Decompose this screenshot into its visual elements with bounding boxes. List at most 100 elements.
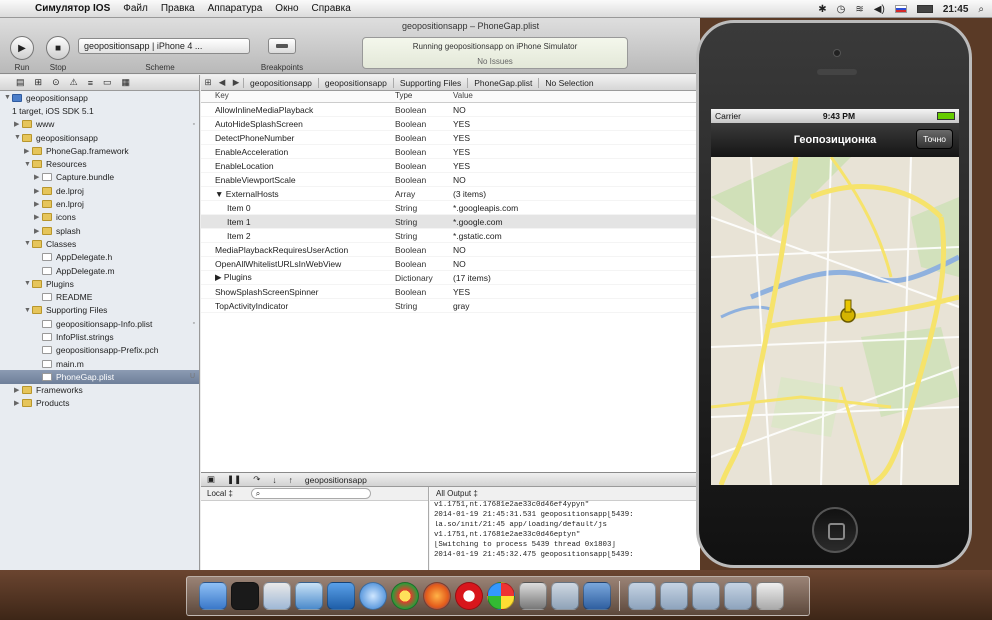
finder-icon[interactable] [199, 582, 227, 610]
disclosure-triangle-icon[interactable]: ▼ [14, 134, 22, 141]
disclosure-triangle-icon[interactable]: ▶ [34, 187, 42, 195]
plist-type-cell[interactable]: Dictionary [395, 273, 453, 283]
plist-type-cell[interactable]: Boolean [395, 119, 453, 129]
plist-type-cell[interactable]: String [395, 203, 453, 213]
map-view[interactable] [711, 157, 959, 485]
plist-row[interactable]: MediaPlaybackRequiresUserAction Boolean NO [201, 243, 700, 257]
disclosure-triangle-icon[interactable]: ▶ [14, 120, 22, 128]
step-over-icon[interactable]: ↷ [253, 474, 260, 485]
applications-stack-icon[interactable] [660, 582, 688, 610]
crumb-file[interactable]: PhoneGap.plist [467, 77, 538, 88]
plist-value-cell[interactable]: (17 items) [453, 273, 693, 283]
debug-tab-icon[interactable]: ≡ [88, 78, 93, 88]
plist-key-cell[interactable]: EnableViewportScale [201, 175, 395, 185]
opera-icon[interactable] [455, 582, 483, 610]
symbol-tab-icon[interactable]: ⊞ [35, 77, 43, 88]
picasa-icon[interactable] [487, 582, 515, 610]
disclosure-triangle-icon[interactable]: ▼ [24, 240, 32, 247]
navigator-item[interactable]: geopositionsapp-Info.plist ▫ [0, 317, 199, 330]
plist-type-cell[interactable]: String [395, 217, 453, 227]
menu-window[interactable]: Окно [275, 3, 298, 14]
documents-stack-icon[interactable] [692, 582, 720, 610]
system-icon[interactable] [583, 582, 611, 610]
plist-key-cell[interactable]: Item 1 [201, 217, 395, 227]
plist-type-cell[interactable]: Boolean [395, 175, 453, 185]
plist-key-cell[interactable]: AllowInlineMediaPlayback [201, 105, 395, 115]
navigator-item[interactable]: ▼ geopositionsapp [0, 91, 199, 104]
plist-key-cell[interactable]: ShowSplashScreenSpinner [201, 287, 395, 297]
navigator-item[interactable]: ▶ Frameworks [0, 384, 199, 397]
plist-key-cell[interactable]: EnableLocation [201, 161, 395, 171]
folder-tab-icon[interactable]: ▤ [16, 77, 25, 88]
run-button[interactable]: ▶ [10, 36, 34, 60]
back-icon[interactable]: ◀ [215, 77, 229, 88]
menu-app[interactable]: Симулятор IOS [35, 3, 110, 14]
navigator-item[interactable]: ▼ geopositionsapp [0, 131, 199, 144]
utilities-icon[interactable] [551, 582, 579, 610]
navigator-item[interactable]: ▼ Supporting Files [0, 304, 199, 317]
plist-row[interactable]: Item 0 String *.googleapis.com [201, 201, 700, 215]
pause-icon[interactable]: ❚❚ [227, 474, 241, 485]
webstorm-icon[interactable] [327, 582, 355, 610]
key-column-header[interactable]: Key [201, 91, 395, 102]
plist-value-cell[interactable]: YES [453, 147, 693, 157]
disclosure-triangle-icon[interactable]: ▶ [34, 173, 42, 181]
issue-tab-icon[interactable]: ⚠ [70, 77, 78, 88]
plist-row[interactable]: Item 2 String *.gstatic.com [201, 229, 700, 243]
navigator-item[interactable]: ▶ Products [0, 397, 199, 410]
safari-icon[interactable] [359, 582, 387, 610]
disclosure-triangle-icon[interactable]: ▶ [24, 147, 32, 155]
plist-type-cell[interactable]: Boolean [395, 133, 453, 143]
menu-help[interactable]: Справка [312, 3, 351, 14]
plist-value-cell[interactable]: *.googleapis.com [453, 203, 693, 213]
forward-icon[interactable]: ▶ [229, 77, 243, 88]
bluetooth-icon[interactable]: ✱ [818, 4, 826, 15]
log-tab-icon[interactable]: ▦ [121, 77, 130, 88]
plist-value-cell[interactable]: NO [453, 175, 693, 185]
terminal-icon[interactable] [231, 582, 259, 610]
plist-value-cell[interactable]: NO [453, 259, 693, 269]
plist-type-cell[interactable]: Boolean [395, 105, 453, 115]
console-pane[interactable]: All Output ‡ v1.1751,nt.17681e2ae33c0d46… [430, 487, 700, 571]
plist-type-cell[interactable]: String [395, 231, 453, 241]
step-out-icon[interactable]: ↑ [289, 475, 293, 485]
scheme-selector[interactable]: geopositionsapp | iPhone 4 ... [78, 38, 250, 54]
plist-type-cell[interactable]: Boolean [395, 161, 453, 171]
plist-key-cell[interactable]: AutoHideSplashScreen [201, 119, 395, 129]
step-into-icon[interactable]: ↓ [272, 475, 276, 485]
plist-row[interactable]: ▶ Plugins Dictionary (17 items) [201, 271, 700, 285]
clock[interactable]: 21:45 [943, 4, 969, 15]
plist-value-cell[interactable]: YES [453, 161, 693, 171]
navigator-item[interactable]: PhoneGap.plist U [0, 370, 199, 384]
spotlight-icon[interactable]: ⌕ [978, 4, 984, 15]
plist-row[interactable]: ▼ ExternalHosts Array (3 items) [201, 187, 700, 201]
disclosure-triangle-icon[interactable]: ▶ [34, 227, 42, 235]
navigator-item[interactable]: AppDelegate.h [0, 251, 199, 264]
simulator-icon[interactable] [519, 582, 547, 610]
menu-edit[interactable]: Правка [161, 3, 195, 14]
debug-target[interactable]: geopositionsapp [305, 475, 367, 485]
trash-icon[interactable] [756, 582, 784, 610]
plist-row[interactable]: TopActivityIndicator String gray [201, 299, 700, 313]
downloads-stack-icon[interactable] [724, 582, 752, 610]
menu-hardware[interactable]: Аппаратура [208, 3, 263, 14]
plist-row[interactable]: Item 1 String *.google.com [201, 215, 700, 229]
plist-key-cell[interactable]: TopActivityIndicator [201, 301, 395, 311]
plist-row[interactable]: EnableAcceleration Boolean YES [201, 145, 700, 159]
chrome-icon[interactable] [391, 582, 419, 610]
navigator-item[interactable]: ▶ www ▫ [0, 118, 199, 131]
breakpoints-button[interactable] [268, 38, 296, 54]
plist-row[interactable]: AutoHideSplashScreen Boolean YES [201, 117, 700, 131]
plist-type-cell[interactable]: Boolean [395, 147, 453, 157]
plist-row[interactable]: AllowInlineMediaPlayback Boolean NO [201, 103, 700, 117]
plist-key-cell[interactable]: ▼ ExternalHosts [201, 189, 395, 199]
plist-value-cell[interactable]: YES [453, 133, 693, 143]
plist-row[interactable]: EnableViewportScale Boolean NO [201, 173, 700, 187]
disclosure-triangle-icon[interactable]: ▼ [24, 307, 32, 314]
value-column-header[interactable]: Value [453, 91, 693, 102]
disclosure-triangle-icon[interactable]: ▼ [24, 280, 32, 287]
plist-key-cell[interactable]: Item 2 [201, 231, 395, 241]
folder-stack-icon[interactable] [628, 582, 656, 610]
plist-key-cell[interactable]: ▶ Plugins [201, 272, 395, 283]
battery-menu-icon[interactable] [916, 5, 933, 13]
